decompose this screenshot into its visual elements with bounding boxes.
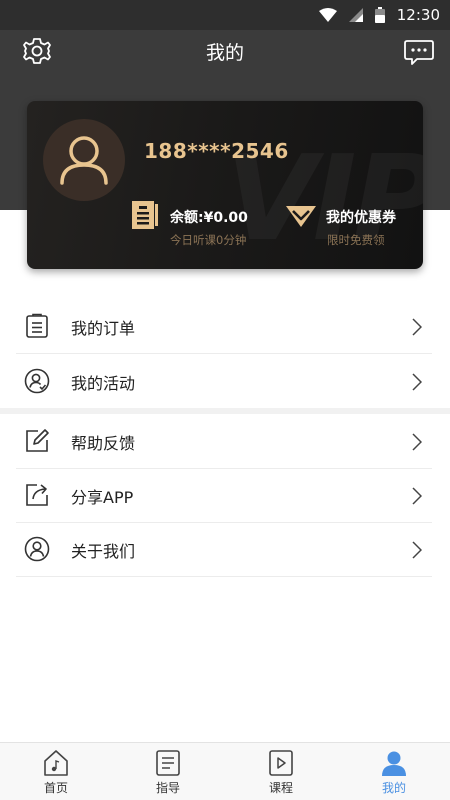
listen-time-label: 今日听课0分钟: [170, 233, 247, 247]
menu-label-feedback: 帮助反馈: [71, 434, 136, 453]
battery-icon: [374, 7, 385, 23]
document-icon: [156, 750, 180, 776]
menu-label-about: 关于我们: [71, 542, 136, 561]
tab-label-guide: 指导: [155, 781, 180, 795]
play-icon: [269, 750, 293, 776]
chevron-right-icon: [412, 373, 422, 391]
tab-home[interactable]: 首页: [0, 743, 112, 800]
chevron-right-icon: [412, 487, 422, 505]
tab-profile[interactable]: 我的: [338, 743, 450, 800]
page-title: 我的: [205, 42, 244, 64]
user-avatar-icon: [60, 136, 108, 185]
vip-card[interactable]: VIP 188****2546 余额:¥0.00 今日听课0分钟 我的优惠券 限…: [27, 101, 423, 269]
tab-label-courses: 课程: [268, 781, 293, 795]
chevron-right-icon: [412, 318, 422, 336]
tab-guide[interactable]: 指导: [112, 743, 224, 800]
edit-icon: [26, 429, 49, 452]
section-divider: [0, 408, 450, 414]
tab-courses[interactable]: 课程: [225, 743, 337, 800]
menu-label-orders: 我的订单: [71, 319, 136, 338]
menu-label-share: 分享APP: [71, 488, 134, 507]
menu-label-activities: 我的活动: [71, 374, 136, 393]
coupon-label[interactable]: 我的优惠券: [326, 207, 396, 227]
bottom-tab-bar: 首页 指导 课程 我的: [0, 742, 450, 800]
home-music-icon: [44, 750, 68, 776]
avatar[interactable]: [43, 119, 125, 201]
tab-label-profile: 我的: [381, 781, 406, 795]
status-time: 12:30: [396, 6, 440, 24]
menu-item-orders[interactable]: 我的订单: [16, 300, 432, 354]
status-bar: 12:30: [0, 0, 450, 30]
chevron-right-icon: [412, 541, 422, 559]
signal-icon: [348, 8, 363, 22]
menu-item-activities[interactable]: 我的活动: [16, 355, 432, 409]
menu-item-feedback[interactable]: 帮助反馈: [16, 415, 432, 469]
coupon-subtitle: 限时免费领: [327, 233, 385, 247]
coupon-diamond-icon: [286, 206, 316, 227]
phone-number: 188****2546: [144, 139, 289, 163]
user-circle-icon: [24, 536, 50, 562]
menu-item-share[interactable]: 分享APP: [16, 469, 432, 523]
clipboard-list-icon: [26, 313, 48, 338]
chevron-right-icon: [412, 433, 422, 451]
balance-label[interactable]: 余额:¥0.00: [170, 207, 248, 227]
message-button[interactable]: [404, 38, 434, 66]
user-circle-icon: [24, 368, 50, 394]
share-icon: [26, 484, 48, 506]
user-icon: [382, 751, 406, 776]
tab-label-home: 首页: [43, 781, 68, 795]
wallet-icon: [132, 201, 158, 229]
message-icon: [404, 40, 434, 65]
menu-item-about[interactable]: 关于我们: [16, 523, 432, 577]
wifi-icon: [318, 8, 337, 22]
